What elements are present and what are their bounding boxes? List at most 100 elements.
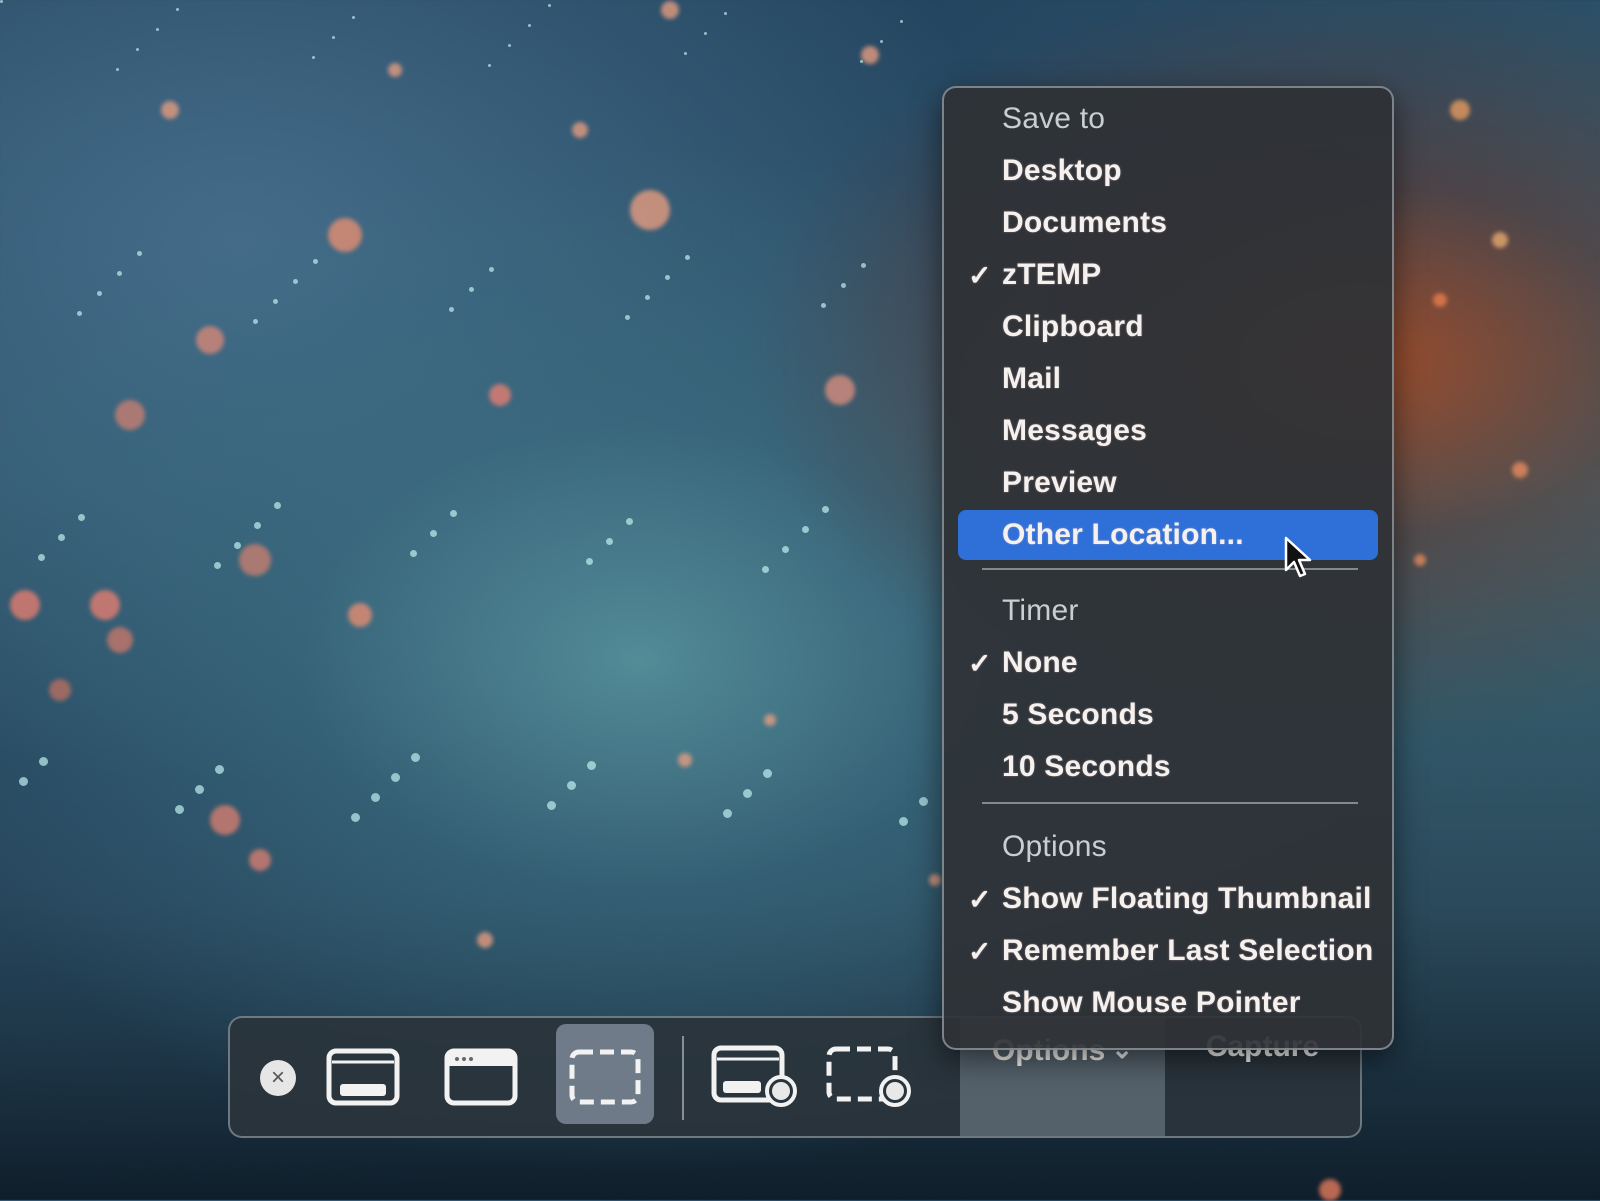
bokeh-light — [822, 506, 829, 513]
bokeh-light — [723, 809, 732, 818]
menu-item-10-seconds[interactable]: 10 Seconds — [944, 742, 1392, 792]
menu-item-remember-last-selection[interactable]: ✓ Remember Last Selection — [944, 926, 1392, 976]
menu-header-save-to: Save to — [1002, 102, 1106, 135]
bokeh-light — [572, 122, 588, 138]
menu-item-ztemp[interactable]: ✓ zTEMP — [944, 250, 1392, 300]
checkmark-icon: ✓ — [968, 647, 992, 679]
bokeh-light — [388, 63, 402, 77]
bokeh-light — [880, 40, 883, 43]
bokeh-light — [352, 16, 355, 19]
bokeh-light — [724, 12, 727, 15]
record-entire-screen-button[interactable] — [706, 1018, 806, 1136]
menu-item-5-seconds[interactable]: 5 Seconds — [944, 690, 1392, 740]
bokeh-light — [332, 36, 335, 39]
bokeh-light — [919, 797, 928, 806]
bokeh-light — [860, 60, 863, 63]
menu-item-documents[interactable]: Documents — [944, 198, 1392, 248]
bokeh-light — [626, 518, 633, 525]
bokeh-light — [861, 263, 866, 268]
bokeh-light — [273, 299, 278, 304]
bokeh-light — [391, 773, 400, 782]
menu-item-clipboard[interactable]: Clipboard — [944, 302, 1392, 352]
bokeh-light — [196, 326, 224, 354]
bokeh-light — [210, 805, 240, 835]
bokeh-light — [234, 542, 241, 549]
close-button[interactable]: × — [260, 1060, 296, 1096]
bokeh-light — [704, 32, 707, 35]
menu-item-timer-none[interactable]: ✓ None — [944, 638, 1392, 688]
bokeh-light — [450, 510, 457, 517]
bokeh-light — [115, 400, 145, 430]
bokeh-light — [841, 283, 846, 288]
dashed-record-icon — [826, 1046, 911, 1107]
toolbar-divider — [682, 1036, 684, 1120]
bokeh-light — [39, 757, 48, 766]
bokeh-light — [587, 761, 596, 770]
bokeh-light — [763, 769, 772, 778]
bokeh-light — [0, 0, 3, 3]
menu-item-mail[interactable]: Mail — [944, 354, 1392, 404]
bokeh-light — [175, 805, 184, 814]
menu-item-other-location[interactable]: Other Location... — [958, 510, 1378, 560]
bokeh-light — [1512, 462, 1528, 478]
close-icon: × — [270, 1064, 285, 1091]
bokeh-light — [685, 255, 690, 260]
options-menu: Save to Desktop Documents ✓ zTEMP Clipboa… — [942, 86, 1394, 1050]
bokeh-light — [449, 307, 454, 312]
bokeh-light — [630, 190, 670, 230]
menu-header-options: Options — [1002, 830, 1107, 863]
bokeh-light — [900, 20, 903, 23]
menu-item-preview[interactable]: Preview — [944, 458, 1392, 508]
bokeh-light — [1319, 1179, 1341, 1201]
bokeh-light — [78, 514, 85, 521]
bokeh-light — [762, 566, 769, 573]
menu-item-messages[interactable]: Messages — [944, 406, 1392, 456]
bokeh-light — [116, 68, 119, 71]
bokeh-light — [253, 319, 258, 324]
bokeh-light — [469, 287, 474, 292]
bokeh-light — [1414, 554, 1426, 566]
bokeh-light — [313, 259, 318, 264]
menu-header-timer: Timer — [1002, 594, 1079, 627]
bokeh-light — [195, 785, 204, 794]
record-selected-portion-button[interactable] — [820, 1018, 920, 1136]
bokeh-light — [274, 502, 281, 509]
bokeh-light — [136, 48, 139, 51]
bokeh-light — [49, 679, 71, 701]
bokeh-light — [38, 554, 45, 561]
bokeh-light — [684, 52, 687, 55]
bokeh-light — [214, 562, 221, 569]
bokeh-light — [665, 275, 670, 280]
bokeh-light — [156, 28, 159, 31]
bokeh-light — [1450, 100, 1470, 120]
bokeh-light — [430, 530, 437, 537]
bokeh-light — [249, 849, 271, 871]
bokeh-light — [77, 311, 82, 316]
bokeh-light — [215, 765, 224, 774]
bokeh-light — [489, 267, 494, 272]
menu-item-desktop[interactable]: Desktop — [944, 146, 1392, 196]
bokeh-light — [161, 101, 179, 119]
bokeh-light — [239, 544, 271, 576]
bokeh-light — [743, 789, 752, 798]
bokeh-light — [410, 550, 417, 557]
bokeh-light — [764, 714, 776, 726]
mouse-cursor-icon — [1284, 536, 1312, 578]
capture-entire-screen-button[interactable] — [320, 1018, 406, 1136]
menu-item-show-floating-thumbnail[interactable]: ✓ Show Floating Thumbnail — [944, 874, 1392, 924]
capture-selected-portion-button[interactable] — [556, 1018, 654, 1136]
bokeh-light — [528, 24, 531, 27]
bokeh-light — [348, 603, 372, 627]
checkmark-icon: ✓ — [968, 259, 992, 291]
bokeh-light — [625, 315, 630, 320]
bokeh-light — [488, 64, 491, 67]
bokeh-light — [19, 777, 28, 786]
bokeh-light — [802, 526, 809, 533]
screen-icon — [326, 1048, 400, 1106]
bokeh-light — [176, 8, 179, 11]
bokeh-light — [328, 218, 362, 252]
bokeh-light — [899, 817, 908, 826]
bokeh-light — [371, 793, 380, 802]
menu-item-show-mouse-pointer[interactable]: Show Mouse Pointer — [944, 978, 1392, 1028]
capture-selected-window-button[interactable] — [438, 1018, 524, 1136]
